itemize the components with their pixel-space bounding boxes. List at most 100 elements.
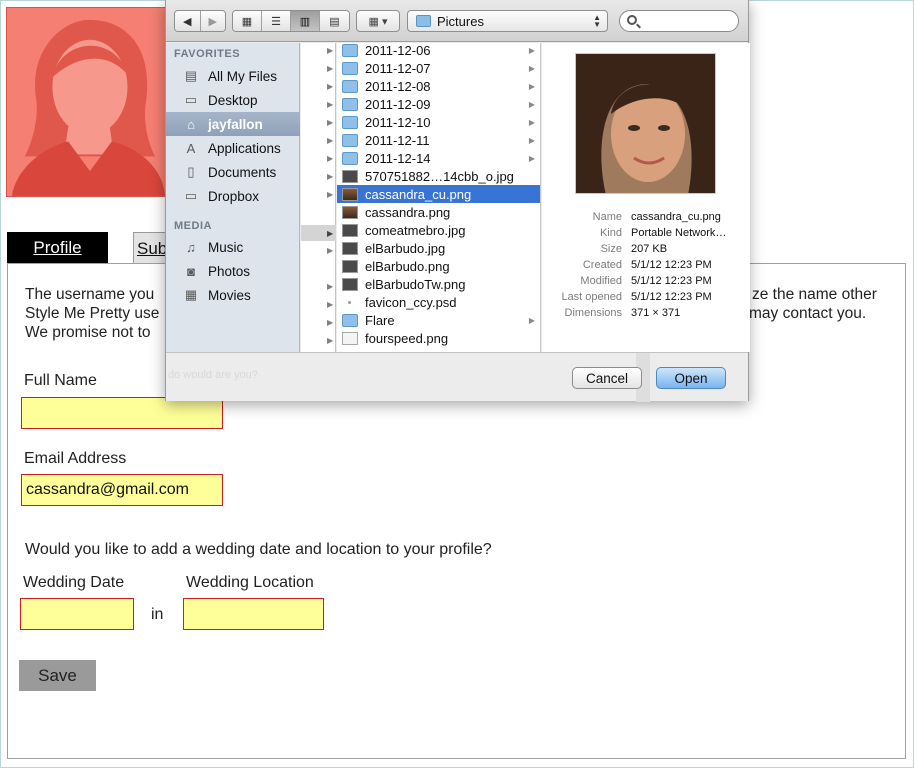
document-file-icon [342, 331, 358, 345]
intro-line-2-right: may contact you. [749, 305, 867, 322]
tab-profile[interactable]: Profile [7, 232, 108, 264]
folder-icon [342, 97, 358, 111]
list-item[interactable]: elBarbudoTw.png [337, 275, 540, 293]
folder-icon [342, 61, 358, 75]
file-name: 2011-12-10 [365, 114, 431, 130]
sidebar-item-movies[interactable]: ▦ Movies [166, 283, 300, 307]
search-input[interactable] [619, 10, 739, 32]
expand-arrow-icon: ▶ [327, 282, 334, 291]
sidebar-item-music[interactable]: ♫ Music [166, 235, 300, 259]
save-button[interactable]: Save [19, 660, 96, 691]
list-item[interactable]: cassandra_cu.png [337, 185, 540, 203]
list-item[interactable]: 2011-12-10 ▶ [337, 113, 540, 131]
intro-line-1: The username you [25, 286, 155, 303]
coverflow-view-button[interactable]: ▤ [320, 11, 349, 31]
expand-arrow-icon: ▶ [327, 229, 334, 238]
popup-arrows-icon: ▲ ▼ [593, 13, 601, 29]
dialog-sidebar: FAVORITES ▤ All My Files ▭ Desktop ⌂ jay… [166, 43, 300, 352]
back-button[interactable]: ◀ [175, 11, 201, 31]
forward-arrow-icon: ▶ [208, 15, 217, 28]
file-name: 2011-12-06 [365, 43, 431, 58]
file-name: fourspeed.png [365, 330, 449, 346]
expand-arrow-icon: ▶ [327, 190, 334, 199]
location-label: Pictures [437, 13, 484, 29]
sidebar-item-jayfallon[interactable]: ⌂ jayfallon [166, 112, 300, 136]
media-heading: MEDIA [174, 220, 212, 232]
list-item[interactable]: 2011-12-14 ▶ [337, 149, 540, 167]
list-item[interactable]: 2011-12-08 ▶ [337, 77, 540, 95]
list-item[interactable]: comeatmebro.jpg [337, 221, 540, 239]
list-item[interactable]: favicon_ccy.psd [337, 293, 540, 311]
file-name: Flare [365, 312, 395, 328]
image-file-icon [342, 241, 358, 255]
sidebar-item-all-my-files[interactable]: ▤ All My Files [166, 64, 300, 88]
chevron-right-icon: ▶ [528, 135, 535, 145]
avatar[interactable] [6, 7, 168, 197]
arrange-button[interactable]: ▦ ▾ [356, 10, 400, 32]
file-name: elBarbudoTw.png [365, 276, 466, 292]
open-button[interactable]: Open [656, 367, 726, 389]
list-item[interactable]: 2011-12-09 ▶ [337, 95, 540, 113]
wedding-date-field[interactable] [20, 598, 134, 630]
chevron-right-icon: ▶ [528, 63, 535, 73]
list-item[interactable]: Flare ▶ [337, 311, 540, 329]
email-field[interactable]: cassandra@gmail.com [21, 474, 223, 506]
meta-value-modified: 5/1/12 12:23 PM [631, 275, 712, 287]
view-mode-buttons: ▦ ☰ ▥ ▤ [232, 10, 350, 32]
film-icon: ▦ [184, 287, 198, 302]
folder-icon [342, 79, 358, 93]
expand-arrow-icon: ▶ [327, 154, 334, 163]
wedding-date-label: Wedding Date [23, 574, 125, 591]
full-name-field[interactable] [21, 397, 223, 429]
sidebar-item-label: Applications [208, 140, 281, 156]
chevron-right-icon: ▶ [528, 117, 535, 127]
sidebar-item-documents[interactable]: ▯ Documents [166, 160, 300, 184]
list-item[interactable]: elBarbudo.jpg [337, 239, 540, 257]
file-preview: Name cassandra_cu.png Kind Portable Netw… [542, 43, 750, 352]
camera-icon: ◙ [187, 263, 195, 279]
in-label: in [151, 606, 164, 623]
image-file-icon [342, 169, 358, 183]
list-item[interactable]: elBarbudo.png [337, 257, 540, 275]
sidebar-item-dropbox[interactable]: ▭ Dropbox [166, 184, 300, 208]
expand-arrow-icon: ▶ [327, 100, 334, 109]
folder-icon [342, 133, 358, 147]
list-item[interactable]: 2011-12-11 ▶ [337, 131, 540, 149]
file-name: 570751882…14cbb_o.jpg [365, 168, 514, 184]
search-icon [627, 15, 637, 25]
intro-line-3: We promise not to [25, 324, 151, 341]
folder-icon [342, 115, 358, 129]
meta-key-created: Created [582, 259, 622, 271]
cancel-button[interactable]: Cancel [572, 367, 642, 389]
list-item[interactable]: 2011-12-06 ▶ [337, 43, 540, 59]
sidebar-item-label: Dropbox [208, 188, 260, 204]
intro-line-2: Style Me Pretty use [25, 305, 160, 322]
dialog-button-bar: do would are you? Cancel Open [166, 352, 748, 402]
image-file-icon [342, 259, 358, 273]
meta-value-name: cassandra_cu.png [631, 211, 721, 223]
icon-view-button[interactable]: ▦ [233, 11, 262, 31]
wedding-location-field[interactable] [183, 598, 324, 630]
file-name: comeatmebro.jpg [365, 222, 466, 238]
list-item[interactable]: 2011-12-07 ▶ [337, 59, 540, 77]
sidebar-item-applications[interactable]: A Applications [166, 136, 300, 160]
sidebar-item-label: Movies [208, 287, 251, 303]
chevron-right-icon: ▶ [528, 45, 535, 55]
meta-key-name: Name [592, 211, 622, 223]
sidebar-item-photos[interactable]: ◙ Photos [166, 259, 300, 283]
meta-key-modified: Modified [580, 275, 622, 287]
parent-column[interactable]: ▶ ▶ ▶ ▶ ▶ ▶ ▶ ▶ ▶ ▶ ▶ ▶ ▶ ▶ ▶ [301, 43, 336, 352]
expand-arrow-icon: ▶ [327, 246, 334, 255]
list-item[interactable]: 570751882…14cbb_o.jpg [337, 167, 540, 185]
list-item[interactable]: cassandra.png [337, 203, 540, 221]
column-view-button[interactable]: ▥ [291, 11, 320, 31]
forward-button[interactable]: ▶ [200, 11, 225, 31]
location-popup[interactable]: Pictures ▲ ▼ [407, 10, 608, 32]
documents-icon: ▯ [187, 164, 195, 179]
expand-arrow-icon: ▶ [327, 136, 334, 145]
list-item[interactable]: fourspeed.png [337, 329, 540, 347]
file-name: cassandra_cu.png [365, 186, 472, 202]
list-view-button[interactable]: ☰ [262, 11, 291, 31]
sidebar-item-desktop[interactable]: ▭ Desktop [166, 88, 300, 112]
folder-icon: ▭ [184, 188, 198, 203]
